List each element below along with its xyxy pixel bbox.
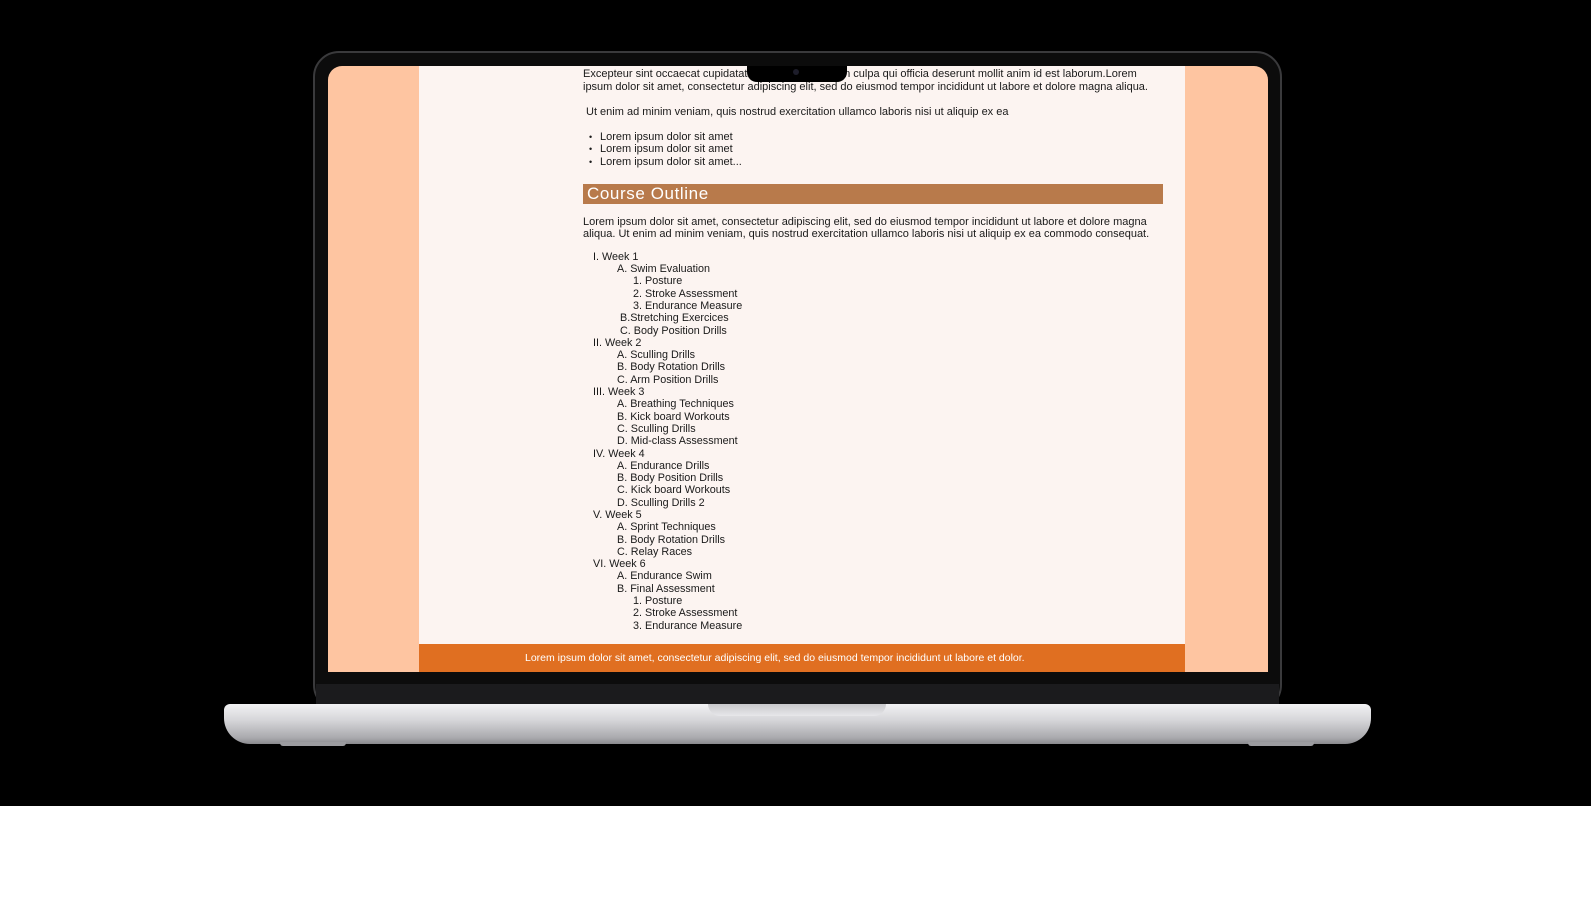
outline-item: B. Body Position Drills (617, 472, 724, 485)
outline-item: B. Kick board Workouts (617, 410, 730, 423)
outline-week: VI. Week 6 (593, 558, 646, 571)
outline-week: II. Week 2 (593, 336, 642, 349)
outline-item: C. Body Position Drills (620, 324, 727, 337)
outline-item: A. Sprint Techniques (617, 521, 716, 534)
outline-item: D. Sculling Drills 2 (617, 496, 705, 509)
section-title-bar: Course Outline (583, 183, 1163, 204)
bullet-list: Lorem ipsum dolor sit amet Lorem ipsum d… (583, 131, 1161, 169)
list-item: Lorem ipsum dolor sit amet (583, 143, 1161, 156)
outline-item: A. Swim Evaluation (617, 263, 711, 276)
outline-item: D. Mid-class Assessment (617, 435, 738, 448)
outline-item: C. Arm Position Drills (617, 373, 719, 386)
outline-item: C. Kick board Workouts (617, 484, 731, 497)
laptop-thumb-notch (708, 704, 886, 716)
course-outline: I. Week 1 A. Swim Evaluation 1. Posture … (583, 251, 1161, 632)
section-title: Course Outline (587, 183, 709, 203)
outline-item: A. Endurance Swim (617, 570, 712, 583)
camera-icon (793, 69, 799, 75)
main-content: Excepteur sint occaecat cupidatat non pr… (583, 66, 1163, 632)
outline-item: B. Body Rotation Drills (617, 533, 726, 546)
outline-item: A. Sculling Drills (617, 349, 695, 362)
outline-subitem: 3. Endurance Measure (633, 619, 743, 632)
outline-subitem: 2. Stroke Assessment (633, 287, 738, 300)
outline-week: I. Week 1 (593, 250, 639, 263)
outline-item: B.Stretching Exercices (620, 312, 729, 325)
outline-item: A. Endurance Drills (617, 459, 710, 472)
camera-notch (747, 66, 847, 82)
second-paragraph: Ut enim ad minim veniam, quis nostrud ex… (586, 106, 1009, 119)
laptop-screen: Excepteur sint occaecat cupidatat non pr… (328, 66, 1268, 672)
outline-item: B. Final Assessment (617, 582, 715, 595)
laptop-foot-left (280, 742, 346, 746)
outline-subitem: 1. Posture (633, 275, 683, 288)
outline-week: V. Week 5 (593, 508, 642, 521)
list-item: Lorem ipsum dolor sit amet... (583, 156, 1161, 169)
outline-week: IV. Week 4 (593, 447, 645, 460)
footer-bar: Lorem ipsum dolor sit amet, consectetur … (419, 644, 1185, 672)
outline-week: III. Week 3 (593, 386, 645, 399)
intro-paragraph: Excepteur sint occaecat cupidatat non pr… (583, 68, 1148, 93)
laptop-foot-right (1248, 742, 1314, 746)
outline-subitem: 3. Endurance Measure (633, 299, 743, 312)
section-paragraph: Lorem ipsum dolor sit amet, consectetur … (583, 215, 1150, 241)
list-item: Lorem ipsum dolor sit amet (583, 131, 1161, 144)
outline-item: C. Sculling Drills (617, 422, 696, 435)
outline-subitem: 2. Stroke Assessment (633, 607, 738, 620)
outline-item: A. Breathing Techniques (617, 398, 734, 411)
outline-subitem: 1. Posture (633, 595, 683, 608)
outline-item: C. Relay Races (617, 545, 693, 558)
footer-text: Lorem ipsum dolor sit amet, consectetur … (525, 652, 1025, 664)
outline-item: B. Body Rotation Drills (617, 361, 726, 374)
